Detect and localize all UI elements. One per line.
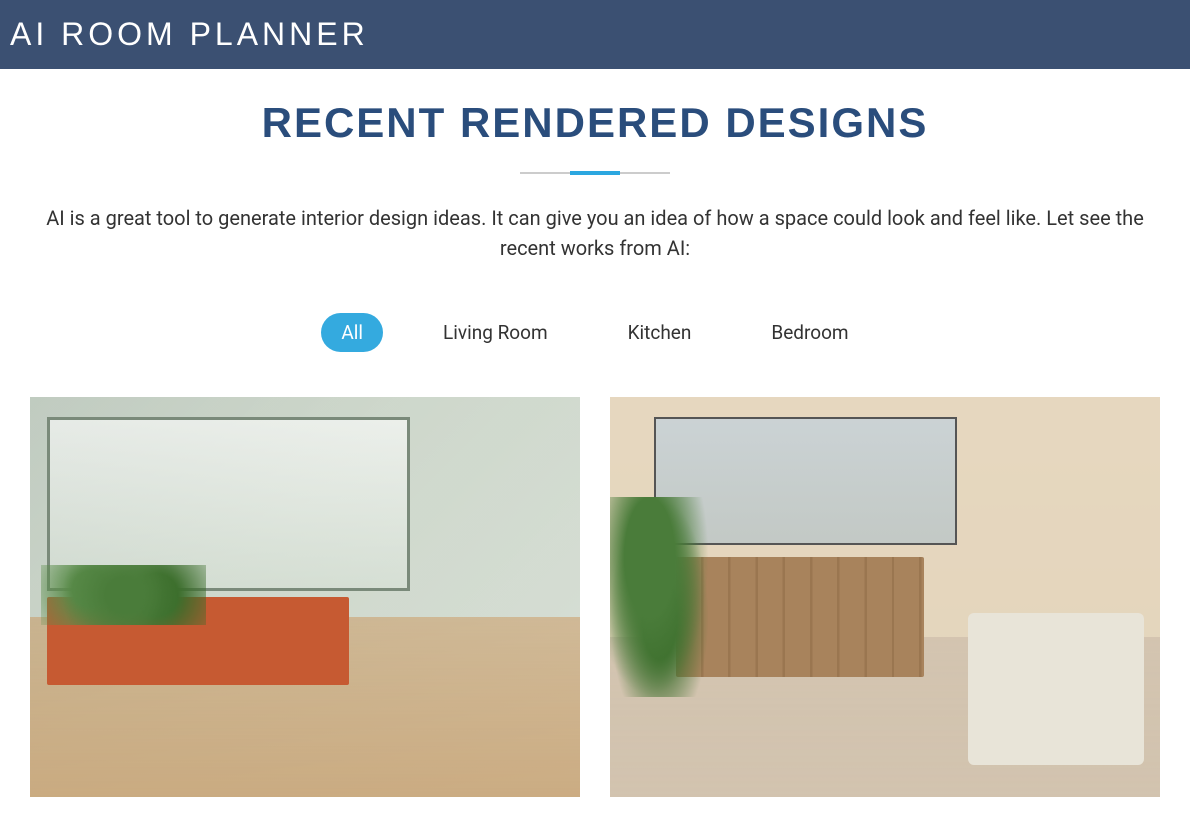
- divider-accent: [570, 171, 620, 175]
- section-description: AI is a great tool to generate interior …: [20, 203, 1170, 263]
- filter-tabs: All Living Room Kitchen Bedroom: [20, 313, 1170, 352]
- plant-decor-icon: [610, 497, 709, 697]
- site-header: AI ROOM PLANNER: [0, 0, 1190, 69]
- brand-title[interactable]: AI ROOM PLANNER: [10, 16, 1180, 53]
- title-divider: [20, 171, 1170, 175]
- section-title: RECENT RENDERED DESIGNS: [20, 99, 1170, 147]
- design-gallery: [20, 397, 1170, 797]
- plant-decor-icon: [41, 565, 206, 625]
- filter-bedroom[interactable]: Bedroom: [751, 313, 868, 352]
- divider-right: [620, 172, 670, 174]
- filter-all[interactable]: All: [321, 313, 383, 352]
- filter-living-room[interactable]: Living Room: [423, 313, 568, 352]
- gallery-item[interactable]: [30, 397, 580, 797]
- filter-kitchen[interactable]: Kitchen: [608, 313, 712, 352]
- gallery-item[interactable]: [610, 397, 1160, 797]
- main-content: RECENT RENDERED DESIGNS AI is a great to…: [0, 69, 1190, 817]
- divider-left: [520, 172, 570, 174]
